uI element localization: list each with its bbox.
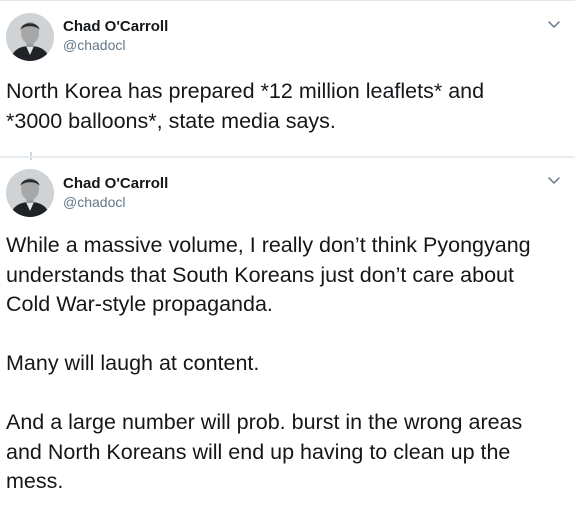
tweet[interactable]: Chad O'Carroll @chadocl While a massive … [0,158,575,511]
tweet-text: North Korea has prepared *12 million lea… [6,79,485,133]
chevron-down-icon[interactable] [547,176,561,186]
chevron-down-icon[interactable] [547,20,561,30]
avatar[interactable] [6,13,54,61]
tweet[interactable]: Chad O'Carroll @chadocl North Korea has … [0,0,575,156]
author-handle[interactable]: @chadocl [63,194,125,210]
tweet-text: While a massive volume, I really don’t t… [6,233,531,493]
author-handle[interactable]: @chadocl [63,37,125,53]
author-name[interactable]: Chad O'Carroll [63,175,168,192]
author-name[interactable]: Chad O'Carroll [63,18,168,35]
avatar[interactable] [6,169,54,217]
